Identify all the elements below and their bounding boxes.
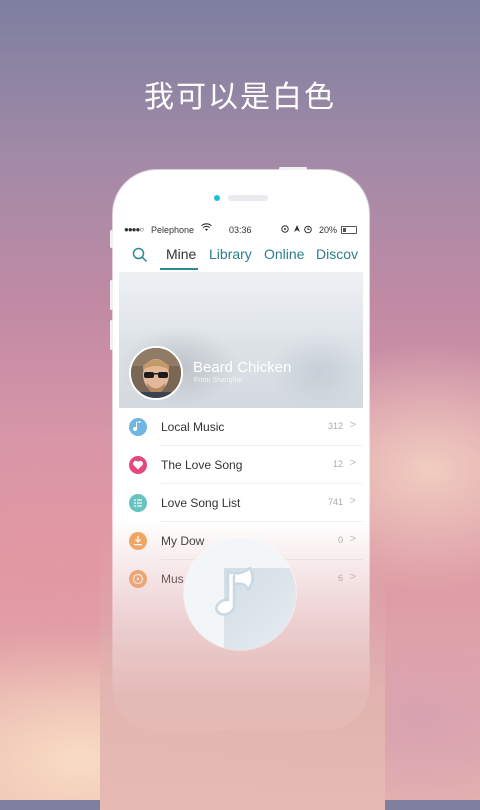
disc-icon (129, 570, 147, 588)
chevron-right-icon: > (349, 533, 356, 545)
clock: 03:36 (229, 225, 252, 235)
list-icon (129, 494, 147, 512)
signal-strength: ●●●●○ (124, 225, 144, 234)
list-item-label: Mus (161, 572, 184, 586)
tab-discover[interactable]: Discov (316, 246, 358, 262)
list-item-love-song-list[interactable]: Love Song List 741 > (119, 484, 363, 522)
chevron-right-icon: > (349, 419, 356, 431)
side-button-volume-up (110, 280, 113, 310)
side-button-volume-down (110, 320, 113, 350)
side-button-power (279, 167, 307, 170)
list-item-count: 741 (327, 497, 343, 507)
list-item-count: 6 (337, 573, 343, 583)
chevron-right-icon: > (349, 571, 356, 583)
status-bar: ●●●●○ Pelephone 03:36 20% (119, 220, 363, 240)
search-icon[interactable] (131, 246, 149, 264)
tab-library[interactable]: Library (209, 246, 252, 262)
headline: 我可以是白色 (144, 80, 336, 115)
wifi-icon (201, 223, 212, 235)
music-note-badge[interactable] (184, 538, 296, 650)
battery-percent: 20% (319, 225, 338, 235)
speaker-grille (228, 195, 268, 201)
status-icons (281, 224, 315, 236)
chevron-right-icon: > (349, 457, 356, 469)
tab-mine[interactable]: Mine (166, 246, 196, 262)
tab-bar: Mine Library Online Discov (119, 242, 363, 273)
list-item-label: The Love Song (161, 458, 243, 472)
profile-name: Beard Chicken (193, 359, 292, 376)
list-item-love-song[interactable]: The Love Song 12 > (119, 446, 363, 484)
list-item-local-music[interactable]: Local Music 312 > (119, 408, 363, 446)
list-item-count: 12 (332, 459, 343, 469)
tab-online[interactable]: Online (264, 246, 304, 262)
battery-icon (341, 226, 357, 234)
active-tab-indicator (160, 268, 198, 270)
profile-location: From Shanghai (194, 377, 242, 384)
download-icon (129, 532, 147, 550)
side-button-mute (110, 230, 113, 248)
camera-dot (214, 195, 220, 201)
avatar[interactable] (129, 346, 183, 400)
music-note-icon (129, 418, 147, 436)
list-item-count: 0 (337, 535, 343, 545)
music-note-icon (215, 566, 254, 616)
chevron-right-icon: > (349, 495, 356, 507)
list-item-label: Local Music (161, 420, 225, 434)
profile-header[interactable]: Beard Chicken From Shanghai (119, 272, 363, 408)
list-item-count: 312 (327, 421, 343, 431)
carrier-name: Pelephone (151, 225, 195, 235)
heart-icon (129, 456, 147, 474)
list-item-label: Love Song List (161, 496, 241, 510)
